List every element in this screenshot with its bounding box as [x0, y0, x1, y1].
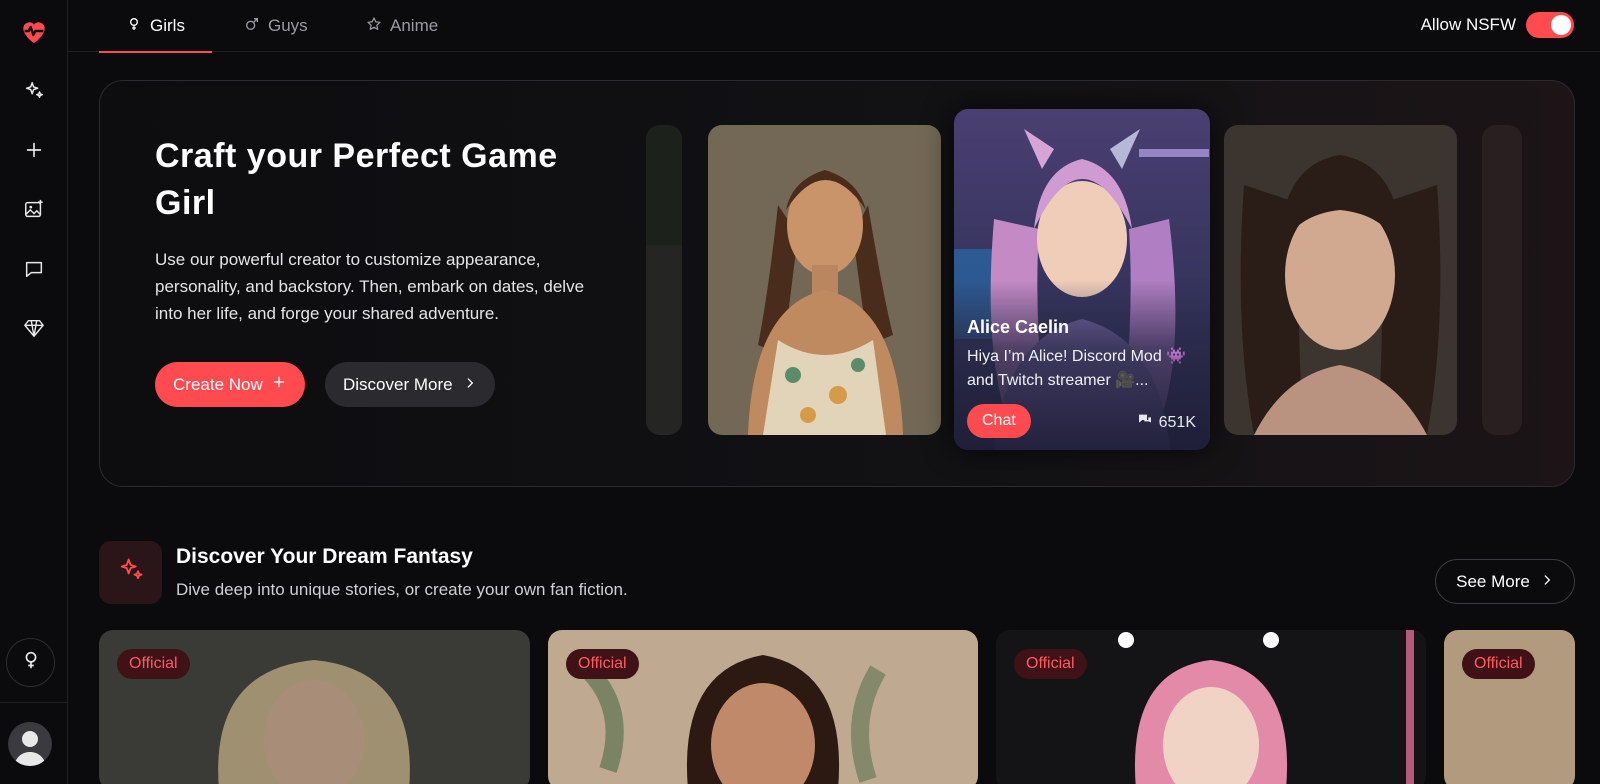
- official-badge: Official: [1014, 649, 1087, 679]
- plus-icon: [271, 374, 287, 395]
- discover-more-label: Discover More: [343, 374, 453, 394]
- chat-bubbles-icon: [1137, 412, 1153, 433]
- sidebar-divider: [0, 702, 68, 703]
- tab-label: Anime: [390, 16, 439, 35]
- top-bar: Girls Guys Anime Allow NSFW: [68, 0, 1600, 53]
- tab-girls[interactable]: Girls: [99, 0, 212, 53]
- star-icon: [366, 16, 382, 37]
- hero-title: Craft your Perfect Game Girl: [155, 137, 558, 222]
- carousel-card[interactable]: [1224, 125, 1457, 435]
- chat-count-value: 651K: [1158, 413, 1196, 431]
- chat-button[interactable]: Chat: [967, 404, 1031, 438]
- chat-count: 651K: [1137, 412, 1196, 433]
- section-title: Discover Your Dream Fantasy: [176, 545, 473, 568]
- nsfw-toggle[interactable]: [1526, 12, 1574, 38]
- section-icon: [99, 541, 162, 604]
- story-card[interactable]: Official: [996, 630, 1426, 784]
- sparkles-icon[interactable]: [14, 71, 54, 111]
- official-badge: Official: [1462, 649, 1535, 679]
- chevron-right-icon: [463, 375, 477, 395]
- sparkles-icon: [117, 556, 145, 589]
- plus-icon[interactable]: [14, 130, 54, 170]
- portrait-image: [708, 125, 941, 435]
- see-more-label: See More: [1456, 571, 1530, 591]
- female-icon: [20, 649, 42, 676]
- image-plus-icon[interactable]: [14, 189, 54, 229]
- story-card[interactable]: Official: [548, 630, 978, 784]
- character-description: Hiya I’m Alice! Discord Mod 👾 and Twitch…: [967, 348, 1187, 389]
- nsfw-control: Allow NSFW: [1421, 12, 1574, 38]
- featured-character-card[interactable]: Alice Caelin Hiya I’m Alice! Discord Mod…: [954, 109, 1210, 450]
- male-icon: [244, 16, 260, 37]
- section-subtitle: Dive deep into unique stories, or create…: [176, 580, 628, 599]
- carousel-card-partial[interactable]: [1482, 125, 1522, 435]
- carousel-card-partial[interactable]: [646, 125, 682, 435]
- chevron-right-icon: [1540, 572, 1554, 592]
- story-card[interactable]: Official: [99, 630, 530, 784]
- create-now-button[interactable]: Create Now: [155, 362, 305, 407]
- official-badge: Official: [566, 649, 639, 679]
- tab-label: Guys: [268, 16, 308, 35]
- tab-guys[interactable]: Guys: [244, 0, 308, 52]
- carousel-card[interactable]: [708, 125, 941, 435]
- hero-banner: Craft your Perfect Game Girl Use our pow…: [99, 80, 1575, 487]
- chat-icon[interactable]: [14, 249, 54, 289]
- portrait-image: [646, 125, 682, 435]
- see-more-button[interactable]: See More: [1435, 559, 1575, 604]
- story-card[interactable]: Official: [1444, 630, 1575, 784]
- sidebar: [0, 0, 68, 784]
- tab-anime[interactable]: Anime: [366, 0, 438, 52]
- heartbeat-logo-icon[interactable]: [14, 11, 54, 51]
- female-icon: [126, 16, 142, 37]
- diamond-icon[interactable]: [14, 308, 54, 348]
- portrait-image: [1482, 125, 1522, 435]
- character-name: Alice Caelin: [967, 317, 1070, 337]
- hero-description: Use our powerful creator to customize ap…: [155, 250, 585, 323]
- discover-more-button[interactable]: Discover More: [325, 362, 495, 407]
- official-badge: Official: [117, 649, 190, 679]
- user-avatar-icon[interactable]: [8, 722, 52, 766]
- gender-switch-button[interactable]: [6, 638, 55, 687]
- create-now-label: Create Now: [173, 374, 263, 394]
- nsfw-label: Allow NSFW: [1420, 15, 1516, 34]
- portrait-image: [1224, 125, 1457, 435]
- tab-label: Girls: [150, 16, 185, 35]
